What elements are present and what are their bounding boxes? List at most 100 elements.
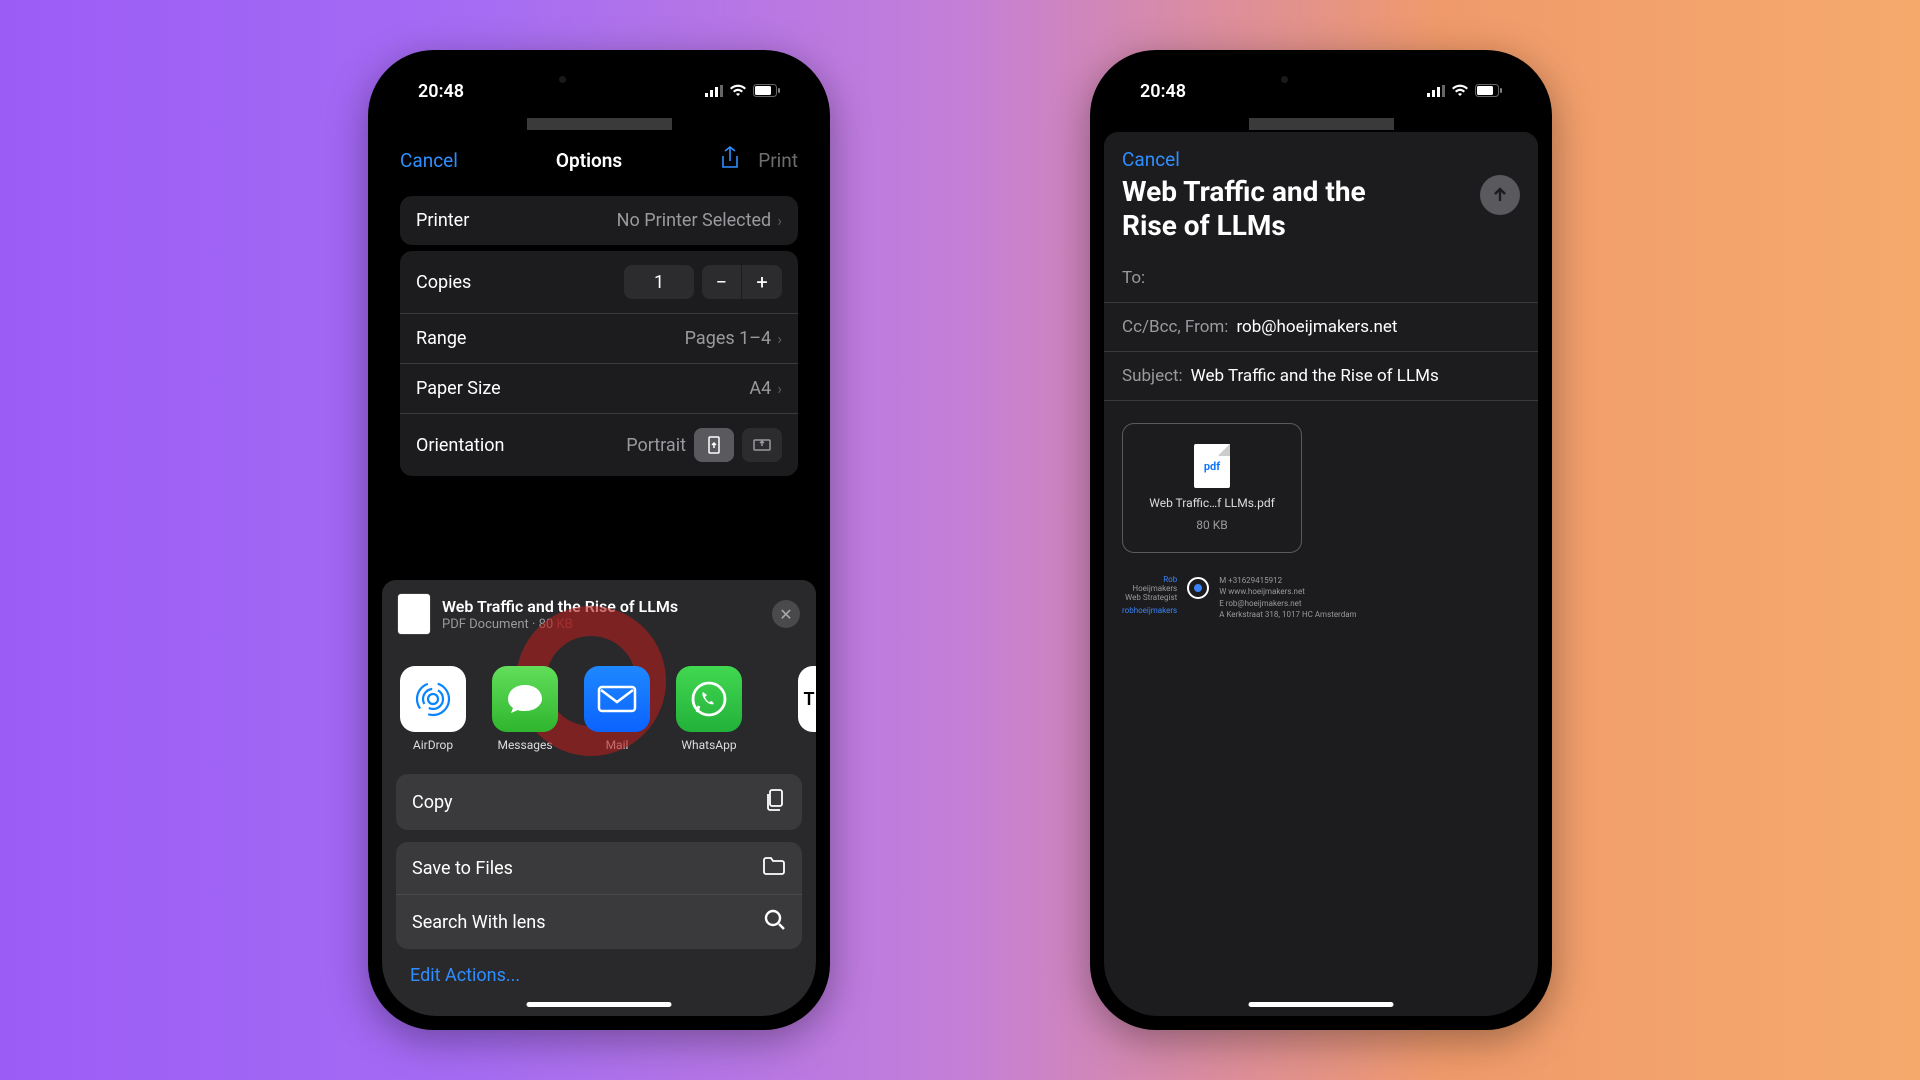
close-button[interactable]: ✕: [772, 600, 800, 628]
share-icon[interactable]: [720, 146, 740, 174]
app-whatsapp[interactable]: WhatsApp: [676, 666, 742, 752]
phone-mail-compose: 20:48 Cancel Web Traffic and the Rise of…: [1090, 50, 1552, 1030]
compose-content: Cancel Web Traffic and the Rise of LLMs …: [1104, 64, 1538, 1016]
save-to-files-row[interactable]: Save to Files: [396, 842, 802, 895]
orientation-landscape-button[interactable]: [742, 428, 782, 462]
airdrop-icon: [400, 666, 466, 732]
chevron-right-icon: ›: [777, 379, 782, 398]
subject-field[interactable]: Subject: Web Traffic and the Rise of LLM…: [1104, 352, 1538, 401]
pdf-file-icon: pdf: [1194, 444, 1230, 488]
sig-name: Rob: [1122, 575, 1177, 584]
cancel-button[interactable]: Cancel: [400, 149, 458, 172]
share-header: Web Traffic and the Rise of LLMs PDF Doc…: [382, 580, 816, 648]
sig-link: robhoeijmakers: [1122, 606, 1177, 615]
copies-stepper-buttons: − +: [702, 265, 782, 299]
orientation-controls: Portrait: [626, 428, 782, 462]
from-value: rob@hoeijmakers.net: [1236, 317, 1397, 337]
share-subtitle: PDF Document · 80 KB: [442, 617, 760, 632]
sig-left: Rob Hoeijmakers Web Strategist robhoeijm…: [1122, 575, 1177, 615]
sig-addr: A Kerkstraat 318, 1017 HC Amsterdam: [1219, 609, 1356, 620]
app-airdrop[interactable]: AirDrop: [400, 666, 466, 752]
subject-label: Subject:: [1122, 366, 1183, 386]
orientation-row: Orientation Portrait: [400, 414, 798, 476]
paper-label: Paper Size: [416, 378, 501, 399]
paper-row[interactable]: Paper Size A4›: [400, 364, 798, 414]
phone-print-share: 20:48 Cancel Options Print Printer: [368, 50, 830, 1030]
app-messages[interactable]: Messages: [492, 666, 558, 752]
compose-fields: To: Cc/Bcc, From: rob@hoeijmakers.net Su…: [1104, 254, 1538, 401]
screen: 20:48 Cancel Options Print Printer: [382, 64, 816, 1016]
copies-label: Copies: [416, 272, 471, 293]
cancel-button[interactable]: Cancel: [1122, 148, 1180, 171]
range-value: Pages 1–4›: [685, 328, 782, 349]
home-indicator[interactable]: [1249, 1002, 1394, 1007]
range-label: Range: [416, 328, 466, 349]
email-signature: Rob Hoeijmakers Web Strategist robhoeijm…: [1122, 575, 1520, 620]
sig-email: E rob@hoeijmakers.net: [1219, 598, 1356, 609]
copies-minus-button[interactable]: −: [702, 265, 742, 299]
copies-stepper: 1 − +: [624, 265, 782, 299]
chevron-right-icon: ›: [777, 329, 782, 348]
copies-value: 1: [624, 265, 694, 299]
action-group-other: Save to Files Search With lens: [396, 842, 802, 949]
ccbcc-field[interactable]: Cc/Bcc, From: rob@hoeijmakers.net: [1104, 303, 1538, 352]
print-button[interactable]: Print: [758, 149, 798, 172]
notch: [1226, 64, 1416, 98]
copies-plus-button[interactable]: +: [742, 265, 782, 299]
lens-label: Search With lens: [412, 912, 546, 933]
compose-title: Web Traffic and the Rise of LLMs: [1104, 175, 1404, 242]
paper-value: A4›: [749, 378, 782, 399]
close-icon: ✕: [779, 605, 792, 624]
mail-icon: [584, 666, 650, 732]
print-content: Cancel Options Print Printer No Printer …: [382, 64, 816, 1016]
attachment-size: 80 KB: [1196, 518, 1227, 532]
sig-role: Web Strategist: [1122, 593, 1177, 602]
app-label: Messages: [497, 738, 552, 752]
app-label: WhatsApp: [681, 738, 736, 752]
screen: 20:48 Cancel Web Traffic and the Rise of…: [1104, 64, 1538, 1016]
nav-right: Print: [720, 146, 798, 174]
folder-icon: [762, 856, 786, 880]
copy-icon: [764, 788, 786, 816]
attachment-card[interactable]: pdf Web Traffic…f LLMs.pdf 80 KB: [1122, 423, 1302, 553]
sig-logo-icon: [1187, 577, 1209, 599]
print-nav: Cancel Options Print: [382, 130, 816, 190]
save-label: Save to Files: [412, 858, 513, 879]
edit-actions-button[interactable]: Edit Actions...: [382, 949, 816, 1002]
preview-strip: [527, 118, 672, 130]
preview-strip: [1249, 118, 1394, 130]
sig-web: W www.hoeijmakers.net: [1219, 586, 1356, 597]
share-titles: Web Traffic and the Rise of LLMs PDF Doc…: [442, 597, 760, 632]
printer-group: Printer No Printer Selected›: [400, 196, 798, 245]
compose-nav: Cancel: [1104, 132, 1538, 175]
search-icon: [764, 909, 786, 935]
attachment-name: Web Traffic…f LLMs.pdf: [1149, 496, 1275, 510]
ccbcc-label: Cc/Bcc, From:: [1122, 317, 1228, 337]
to-field[interactable]: To:: [1104, 254, 1538, 303]
orientation-value: Portrait: [626, 435, 686, 456]
share-apps-row[interactable]: AirDrop Messages Mail WhatsApp T: [382, 648, 816, 762]
app-next-peek[interactable]: T: [798, 666, 816, 732]
copy-label: Copy: [412, 792, 453, 813]
sig-lastname: Hoeijmakers: [1122, 584, 1177, 593]
range-row[interactable]: Range Pages 1–4›: [400, 314, 798, 364]
document-thumbnail-icon: [398, 594, 430, 634]
printer-row[interactable]: Printer No Printer Selected›: [400, 196, 798, 245]
printer-label: Printer: [416, 210, 469, 231]
subject-value: Web Traffic and the Rise of LLMs: [1191, 366, 1439, 386]
share-title: Web Traffic and the Rise of LLMs: [442, 597, 760, 616]
send-button[interactable]: [1480, 175, 1520, 215]
orientation-portrait-button[interactable]: [694, 428, 734, 462]
home-indicator[interactable]: [527, 1002, 672, 1007]
print-options-group: Copies 1 − + Range Pages 1–4› Paper Size: [400, 251, 798, 476]
compose-sheet: Cancel Web Traffic and the Rise of LLMs …: [1104, 132, 1538, 1016]
copy-row[interactable]: Copy: [396, 774, 802, 830]
nav-title: Options: [556, 149, 622, 172]
chevron-right-icon: ›: [777, 211, 782, 230]
sig-phone: M +31629415912: [1219, 575, 1356, 586]
messages-icon: [492, 666, 558, 732]
title-row: Web Traffic and the Rise of LLMs: [1104, 175, 1538, 242]
search-lens-row[interactable]: Search With lens: [396, 895, 802, 949]
app-mail[interactable]: Mail: [584, 666, 650, 752]
orientation-label: Orientation: [416, 435, 505, 456]
